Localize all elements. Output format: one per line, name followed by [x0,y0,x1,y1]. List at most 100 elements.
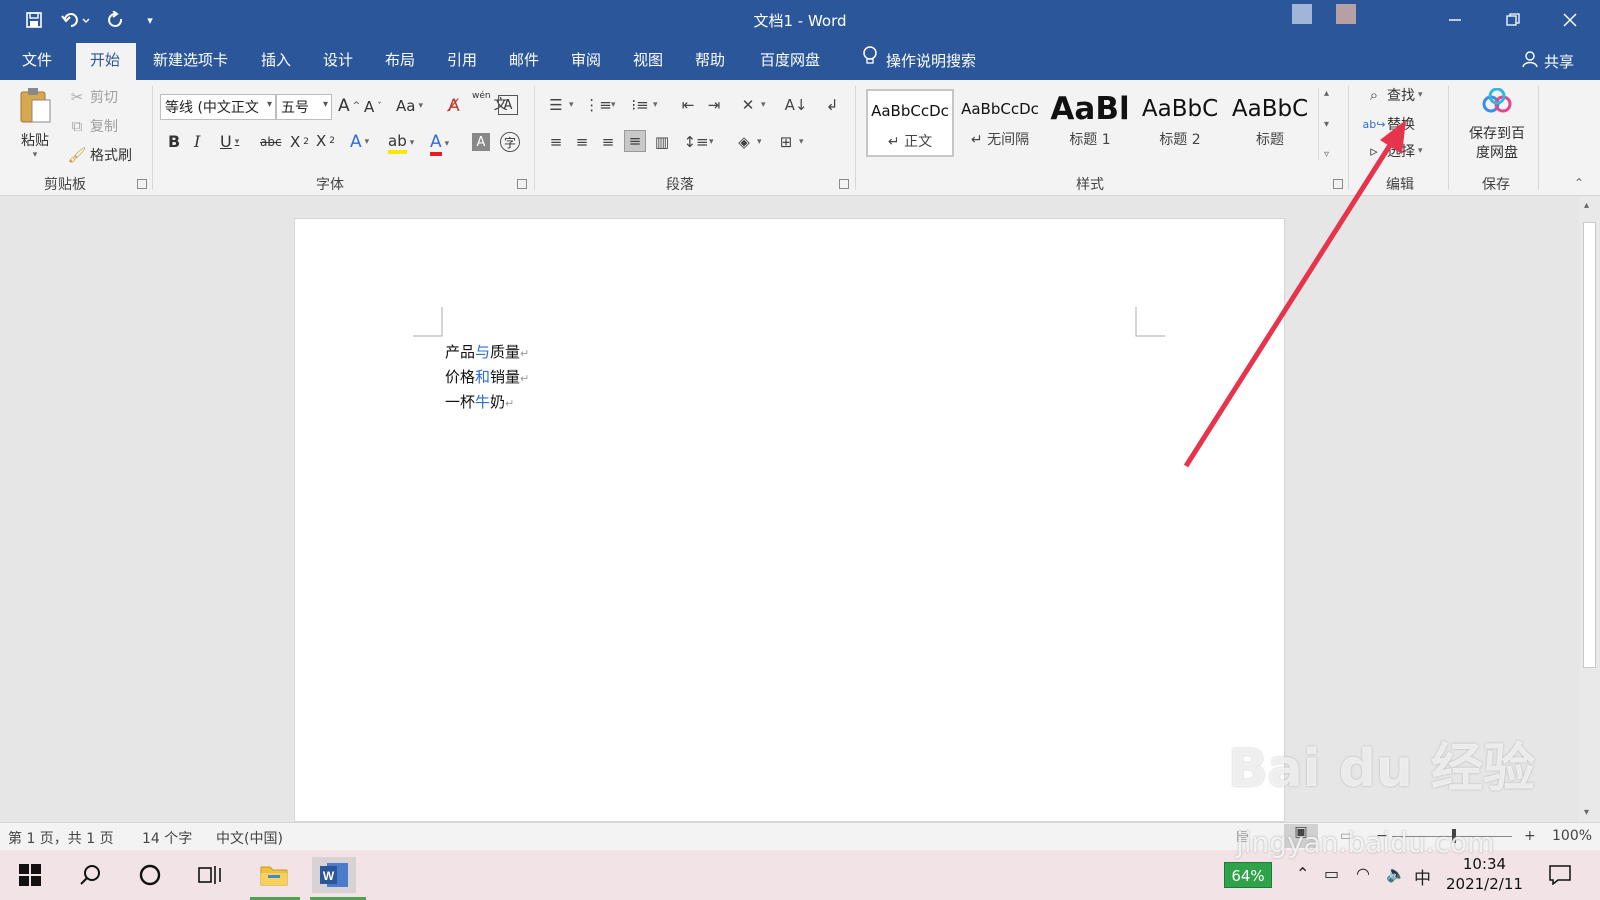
task-view-icon[interactable] [188,857,232,893]
paste-button[interactable]: 粘贴 ▾ [18,86,52,160]
notification-icon[interactable] [1538,857,1582,893]
style-heading-1[interactable]: AaBl 标题 1 [1046,89,1134,157]
word-count[interactable]: 14 个字 [142,828,192,848]
cut-button[interactable]: ✂ 剪切 [67,87,118,107]
tab-home[interactable]: 开始 [76,43,136,80]
paragraph-launcher-icon[interactable] [839,179,849,189]
increase-indent-icon[interactable]: ⇥ [704,95,724,115]
chevron-down-icon[interactable]: ▾ [1324,119,1329,130]
justify-icon[interactable]: ≡ [624,130,646,152]
sort-icon[interactable]: A↓ [785,95,808,115]
superscript-icon[interactable]: X2 [316,132,335,150]
style-normal[interactable]: AaBbCcDc ↵ 正文 [866,89,954,157]
style-no-spacing[interactable]: AaBbCcDc ↵ 无间隔 [956,89,1044,157]
font-name-select[interactable]: 等线 (中文正文 ▾ [160,94,276,120]
document-line[interactable]: 一杯牛奶↵ [445,391,514,412]
replace-button[interactable]: ab↪ 替换 [1363,114,1415,134]
share-button[interactable]: 共享 [1522,50,1574,72]
tab-view[interactable]: 视图 [619,43,677,80]
input-method-indicator[interactable]: 中 [1414,864,1431,889]
shrink-font-icon[interactable]: Aˇ [364,98,382,116]
font-color-icon[interactable]: A ▾ [430,132,449,156]
tab-review[interactable]: 审阅 [557,43,615,80]
document-line[interactable]: 价格和销量↵ [445,366,529,387]
chevron-up-icon[interactable]: ▴ [1324,88,1329,99]
document-page[interactable]: 产品与质量↵ 价格和销量↵ 一杯牛奶↵ [294,218,1285,822]
more-styles-icon[interactable]: ▿ [1324,149,1329,160]
tab-file[interactable]: 文件 [8,43,66,80]
tab-help[interactable]: 帮助 [681,43,739,80]
style-title[interactable]: AaBbC 标题 [1226,89,1314,157]
copy-button[interactable]: ⧉ 复制 [67,116,118,136]
word-app-icon[interactable]: W [312,857,356,893]
scrollbar-thumb[interactable] [1583,222,1596,668]
align-right-icon[interactable]: ≡ [598,132,618,152]
zoom-level[interactable]: 100% [1552,828,1592,844]
chinese-layout-icon[interactable]: ✕ ▾ [738,95,766,115]
tab-mailings[interactable]: 邮件 [495,43,553,80]
shading-icon[interactable]: ◈ ▾ [734,132,761,152]
restore-icon[interactable] [1493,4,1533,36]
align-left-icon[interactable]: ≡ [546,132,566,152]
tab-insert[interactable]: 插入 [247,43,305,80]
subscript-icon[interactable]: X2 [290,133,309,151]
save-to-baidu-button[interactable]: 保存到百度网盘 [1460,87,1534,163]
grow-font-icon[interactable]: A ^ [338,96,360,116]
distributed-icon[interactable]: ▥ [652,132,672,152]
line-spacing-icon[interactable]: ↕≡ ▾ [683,132,713,152]
tab-design[interactable]: 设计 [309,43,367,80]
find-button[interactable]: ⌕ 查找 ▾ [1364,85,1423,105]
search-icon[interactable] [68,857,112,893]
multilevel-list-icon[interactable]: ⁝≡ ▾ [630,95,657,115]
styles-launcher-icon[interactable] [1333,179,1343,189]
tab-layout[interactable]: 布局 [371,43,429,80]
styles-scroll[interactable]: ▴ ▾ ▿ [1318,88,1334,160]
battery-indicator[interactable]: 64% [1224,862,1272,888]
change-case-icon[interactable]: Aa ▾ [396,97,423,115]
scroll-up-icon[interactable]: ▴ [1584,200,1589,211]
chevron-up-icon[interactable]: ⌃ [1296,864,1309,883]
scroll-down-icon[interactable]: ▾ [1584,807,1589,818]
text-effects-icon[interactable]: A ▾ [350,132,369,152]
close-icon[interactable] [1550,4,1590,36]
volume-icon[interactable]: 🔈 [1386,864,1406,883]
bold-icon[interactable]: B [168,132,180,151]
select-button[interactable]: ▹ 选择 ▾ [1364,141,1422,161]
character-border-icon[interactable]: A [498,95,518,115]
page-count[interactable]: 第 1 页，共 1 页 [8,828,114,848]
character-shading-icon[interactable]: A [472,133,490,151]
windows-start-icon[interactable] [8,857,52,893]
chevron-down-icon[interactable]: ▾ [33,150,38,160]
vertical-scrollbar[interactable]: ▴ ▾ [1579,196,1600,822]
cortana-icon[interactable] [128,857,172,893]
collapse-ribbon-icon[interactable]: ⌃ [1574,176,1584,190]
enclose-characters-icon[interactable]: 字 [500,132,520,152]
tab-references[interactable]: 引用 [433,43,491,80]
language-indicator[interactable]: 中文(中国) [216,828,283,848]
numbering-icon[interactable]: ⋮≡ ▾ [584,95,615,115]
battery-icon[interactable]: ▭ [1324,864,1339,883]
italic-icon[interactable]: I [194,132,200,151]
decrease-indent-icon[interactable]: ⇤ [678,95,698,115]
align-center-icon[interactable]: ≡ [572,132,592,152]
clear-formatting-icon[interactable]: A̸ [448,96,460,116]
tab-baidu-netdisk[interactable]: 百度网盘 [746,43,834,80]
show-marks-icon[interactable]: ↲ [822,95,842,115]
system-clock[interactable]: 10:34 2021/2/11 [1446,854,1523,894]
file-explorer-icon[interactable] [252,857,296,893]
highlight-icon[interactable]: ab ▾ [388,132,414,154]
tab-new-tab[interactable]: 新建选项卡 [139,43,242,80]
zoom-in-icon[interactable]: + [1524,828,1536,844]
format-painter-button[interactable]: 🖌 格式刷 [67,145,132,165]
clipboard-launcher-icon[interactable] [137,179,147,189]
font-size-select[interactable]: 五号 ▾ [276,94,332,120]
tell-me-search[interactable]: 操作说明搜索 [848,43,990,80]
document-line[interactable]: 产品与质量↵ [445,341,529,362]
minimize-icon[interactable] [1435,4,1475,36]
underline-icon[interactable]: U ▾ [220,132,239,151]
strikethrough-icon[interactable]: abc [260,135,282,149]
wifi-icon[interactable]: ◠ [1356,864,1370,883]
font-launcher-icon[interactable] [517,179,527,189]
borders-icon[interactable]: ⊞ ▾ [776,132,804,152]
bullets-icon[interactable]: ☰ ▾ [546,95,573,115]
